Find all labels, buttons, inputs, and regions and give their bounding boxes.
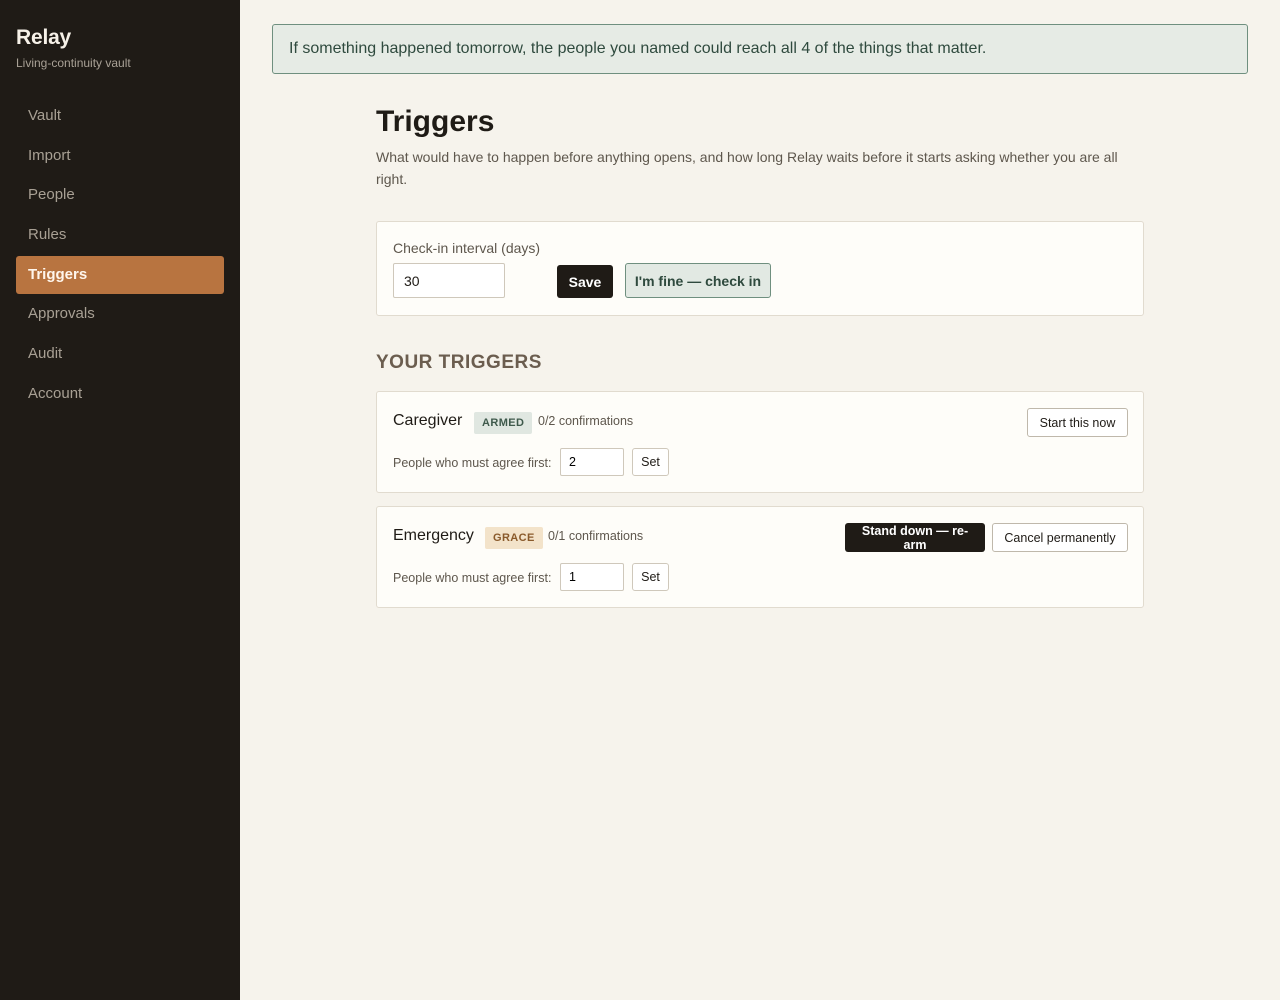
start-now-button[interactable]: Start this now bbox=[1027, 408, 1128, 437]
sidebar-item-audit[interactable]: Audit bbox=[16, 335, 224, 373]
cancel-permanently-button[interactable]: Cancel permanently bbox=[992, 523, 1128, 552]
set-button[interactable]: Set bbox=[632, 448, 669, 476]
agree-count-input[interactable] bbox=[560, 563, 624, 591]
sidebar: Relay Living-continuity vault Vault Impo… bbox=[0, 0, 240, 1000]
sidebar-item-account[interactable]: Account bbox=[16, 375, 224, 413]
page-title: Triggers bbox=[376, 105, 495, 138]
save-button[interactable]: Save bbox=[557, 265, 613, 298]
sidebar-item-rules[interactable]: Rules bbox=[16, 216, 224, 254]
brand-tagline: Living-continuity vault bbox=[16, 56, 131, 70]
trigger-card-caregiver: Caregiver ARMED 0/2 confirmations Start … bbox=[376, 391, 1144, 493]
agree-count-input[interactable] bbox=[560, 448, 624, 476]
agree-label: People who must agree first: bbox=[393, 456, 552, 470]
coverage-banner: If something happened tomorrow, the peop… bbox=[272, 24, 1248, 74]
sidebar-item-approvals[interactable]: Approvals bbox=[16, 295, 224, 333]
sidebar-item-people[interactable]: People bbox=[16, 176, 224, 214]
checkin-interval-input[interactable] bbox=[393, 263, 505, 298]
brand: Relay Living-continuity vault bbox=[16, 26, 131, 70]
sidebar-nav: Vault Import People Rules Triggers Appro… bbox=[16, 97, 224, 415]
set-button[interactable]: Set bbox=[632, 563, 669, 591]
main-content: Triggers What would have to happen befor… bbox=[376, 104, 1144, 608]
sidebar-item-import[interactable]: Import bbox=[16, 137, 224, 175]
checkin-interval-label: Check-in interval (days) bbox=[393, 240, 541, 256]
stand-down-button[interactable]: Stand down — re-arm bbox=[845, 523, 985, 552]
trigger-name: Emergency bbox=[393, 527, 474, 544]
status-badge: ARMED bbox=[474, 412, 533, 434]
page-subtitle: What would have to happen before anythin… bbox=[376, 149, 1118, 187]
sidebar-item-vault[interactable]: Vault bbox=[16, 97, 224, 135]
status-badge: GRACE bbox=[485, 527, 543, 549]
confirmations-count: 0/2 confirmations bbox=[538, 414, 634, 428]
check-in-button[interactable]: I'm fine — check in bbox=[625, 263, 771, 298]
agree-label: People who must agree first: bbox=[393, 571, 552, 585]
brand-name: Relay bbox=[16, 26, 72, 49]
triggers-section-title: YOUR TRIGGERS bbox=[376, 352, 542, 373]
checkin-interval-card: Check-in interval (days) Save I'm fine —… bbox=[376, 221, 1144, 316]
confirmations-count: 0/1 confirmations bbox=[548, 529, 644, 543]
sidebar-item-triggers[interactable]: Triggers bbox=[16, 255, 224, 294]
trigger-name: Caregiver bbox=[393, 412, 463, 429]
trigger-card-emergency: Emergency GRACE 0/1 confirmations Stand … bbox=[376, 506, 1144, 608]
